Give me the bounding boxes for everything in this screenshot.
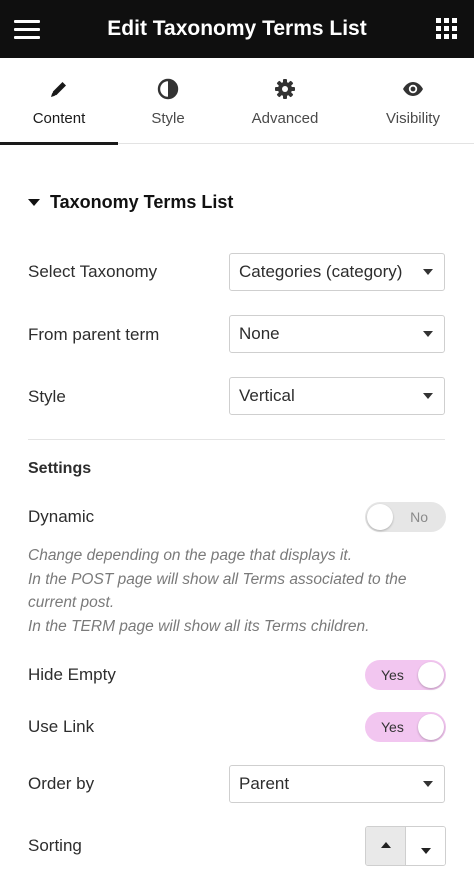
tab-advanced-label: Advanced — [251, 110, 319, 127]
chevron-down-icon — [423, 331, 433, 337]
select-taxonomy-value: Categories (category) — [239, 262, 403, 281]
hide-empty-toggle-value: Yes — [381, 667, 404, 683]
section-divider — [28, 439, 445, 440]
caret-down-icon — [28, 198, 40, 206]
dynamic-help-text: Change depending on the page that displa… — [28, 544, 448, 638]
chevron-down-icon — [423, 781, 433, 787]
sort-ascending-button[interactable] — [366, 827, 406, 865]
grid-apps-icon[interactable] — [436, 18, 458, 40]
gear-icon — [275, 79, 295, 99]
caret-down-icon — [421, 848, 431, 854]
half-circle-icon — [157, 78, 179, 100]
use-link-toggle-value: Yes — [381, 719, 404, 735]
panel-tabs: Content Style Advanced Visibility — [0, 58, 474, 145]
hide-empty-toggle[interactable]: Yes — [365, 660, 446, 690]
tab-style-label: Style — [151, 110, 185, 127]
help-line: Change depending on the page that displa… — [28, 547, 353, 564]
tab-advanced[interactable]: Advanced — [226, 58, 344, 144]
chevron-down-icon — [423, 269, 433, 275]
toggle-knob — [367, 504, 393, 530]
section-title: Taxonomy Terms List — [50, 191, 234, 212]
toggle-knob — [418, 662, 444, 688]
use-link-label: Use Link — [28, 717, 95, 736]
help-line: In the POST page will show all Terms ass… — [28, 570, 407, 612]
editor-header: Edit Taxonomy Terms List — [0, 0, 474, 58]
tab-style[interactable]: Style — [109, 58, 227, 144]
tab-content-label: Content — [32, 110, 86, 127]
sorting-button-group — [365, 826, 446, 866]
order-by-dropdown[interactable]: Parent — [229, 765, 445, 803]
section-toggle-taxonomy-terms-list[interactable]: Taxonomy Terms List — [28, 190, 233, 214]
pencil-icon — [51, 82, 66, 97]
use-link-toggle[interactable]: Yes — [365, 712, 446, 742]
hamburger-menu-icon[interactable] — [14, 18, 42, 40]
hide-empty-label: Hide Empty — [28, 665, 116, 684]
style-label: Style — [28, 387, 66, 406]
sorting-label: Sorting — [28, 836, 82, 855]
style-dropdown[interactable]: Vertical — [229, 377, 445, 415]
from-parent-term-label: From parent term — [28, 325, 160, 344]
order-by-label: Order by — [28, 774, 95, 793]
style-value: Vertical — [239, 386, 295, 405]
select-taxonomy-label: Select Taxonomy — [28, 262, 158, 281]
from-parent-term-value: None — [239, 324, 280, 343]
tab-visibility-label: Visibility — [386, 110, 440, 127]
settings-heading: Settings — [28, 460, 92, 477]
eye-icon — [403, 82, 423, 96]
toggle-knob — [418, 714, 444, 740]
chevron-down-icon — [423, 393, 433, 399]
help-line: In the TERM page will show all its Terms… — [28, 617, 370, 635]
caret-up-icon — [381, 842, 391, 848]
tab-content[interactable]: Content — [0, 58, 118, 145]
dynamic-toggle-value: No — [410, 509, 428, 525]
dynamic-label: Dynamic — [28, 507, 95, 526]
from-parent-term-dropdown[interactable]: None — [229, 315, 445, 353]
dynamic-toggle[interactable]: No — [365, 502, 446, 532]
order-by-value: Parent — [239, 774, 290, 793]
select-taxonomy-dropdown[interactable]: Categories (category) — [229, 253, 445, 291]
tab-visibility[interactable]: Visibility — [354, 58, 472, 144]
panel-title: Edit Taxonomy Terms List — [107, 17, 367, 40]
sort-descending-button[interactable] — [406, 827, 445, 865]
